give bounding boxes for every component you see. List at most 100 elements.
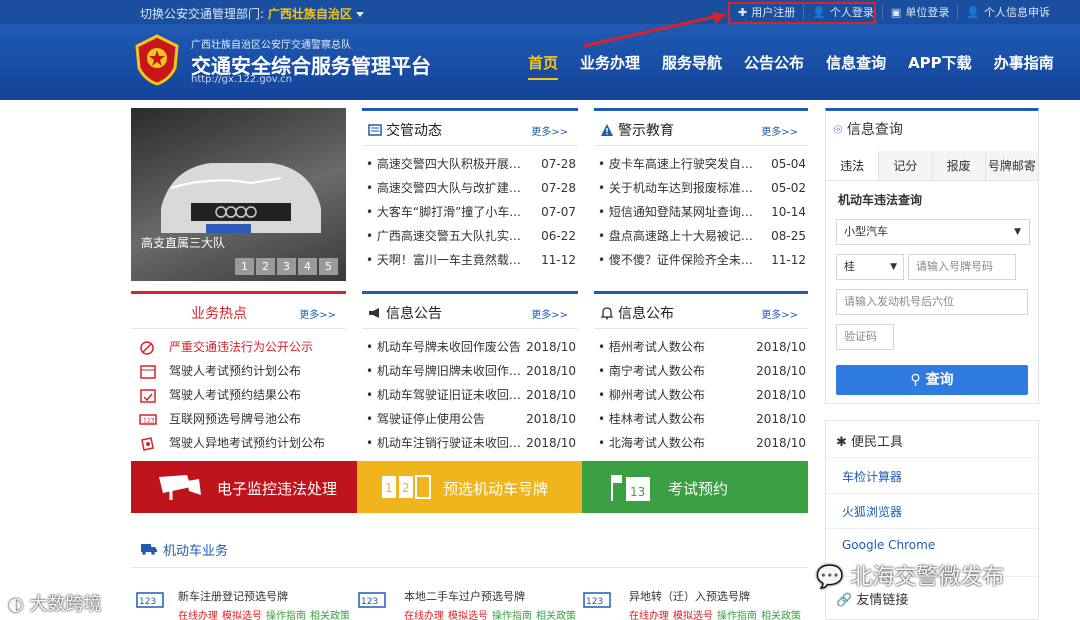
online-handle-link[interactable]: 在线办理 — [404, 611, 444, 620]
search-icon: ⚲ — [910, 372, 921, 388]
captcha-input[interactable]: 验证码 — [836, 324, 894, 350]
publish-item[interactable]: • 桂林考试人数公布 2018/10 — [594, 407, 808, 431]
notice-item[interactable]: • 机动车号牌未收回作废公告 2018/10 — [362, 335, 578, 359]
news-item[interactable]: • 大客车“脚打滑”撞了小车... 07-07 — [362, 200, 578, 224]
query-button[interactable]: ⚲ 查询 — [836, 365, 1028, 395]
bell-icon — [600, 307, 614, 320]
hot-item[interactable]: 驾驶人异地考试预约计划公布 — [131, 431, 346, 455]
warning-item[interactable]: • 关于机动车达到报废标准携... 05-02 — [594, 176, 808, 200]
news-item[interactable]: • 天啊！富川一车主竟然载着... 11-12 — [362, 248, 578, 272]
nav-home[interactable]: 首页 — [528, 52, 559, 80]
hot-item[interactable]: 123 互联网预选号牌号池公布 — [131, 407, 346, 431]
plate-number-icon: 12 — [382, 475, 431, 499]
motor-item[interactable]: 123 异地转（迁）入预选号牌 在线办理 模拟选号 操作指南 相关政策 — [583, 588, 805, 620]
banner-electronic-monitoring[interactable]: 电子监控违法处理 — [131, 461, 357, 513]
info-appeal-link[interactable]: 👤 个人信息申诉 — [957, 4, 1058, 20]
online-handle-link[interactable]: 在线办理 — [629, 611, 669, 620]
news-panel: 交管动态 更多>> • 高速交警四大队积极开展交... 07-28 • 高速交警四… — [362, 108, 578, 280]
notice-item[interactable]: • 机动车号牌旧牌未收回作废... 2018/10 — [362, 359, 578, 383]
warning-item[interactable]: • 短信通知登陆某网址查询违... 10-14 — [594, 200, 808, 224]
tab-scrap[interactable]: 报废 — [931, 151, 985, 180]
tool-link-chrome[interactable]: Google Chrome — [842, 538, 935, 552]
hot-item[interactable]: 驾驶人考试预约计划公布 — [131, 359, 346, 383]
banner-electronic-monitoring-label: 电子监控违法处理 — [217, 480, 338, 498]
news-item[interactable]: • 高速交警四大队积极开展交... 07-28 — [362, 152, 578, 176]
nav-app-download[interactable]: APP下载 — [908, 52, 972, 80]
news-item[interactable]: • 广西高速交警五大队扎实开... 06-22 — [362, 224, 578, 248]
chevron-down-icon[interactable] — [355, 12, 364, 17]
slide-page-5[interactable]: 5 — [319, 258, 338, 275]
tab-plate-mail[interactable]: 号牌邮寄 — [984, 151, 1038, 180]
publish-item[interactable]: • 梧州考试人数公布 2018/10 — [594, 335, 808, 359]
divider — [826, 528, 1038, 529]
banner-exam-booking[interactable]: 13 考试预约 — [582, 461, 808, 513]
banner-plate-preselect-label: 预选机动车号牌 — [443, 480, 549, 498]
motor-item[interactable]: 123 新车注册登记预选号牌 在线办理 模拟选号 操作指南 相关政策 — [136, 588, 354, 620]
vehicle-type-select[interactable]: 小型汽车 ▼ — [836, 219, 1030, 245]
hot-title: 业务热点 — [191, 306, 247, 322]
plate-number-input[interactable]: 请输入号牌号码 — [908, 254, 1016, 280]
car-photo — [161, 163, 321, 233]
news-more-link[interactable]: 更多>> — [531, 123, 568, 138]
slide-page-2[interactable]: 2 — [256, 258, 275, 275]
online-handle-link[interactable]: 在线办理 — [178, 611, 218, 620]
warning-item[interactable]: • 傻不傻？证件保险齐全未遵... 11-12 — [594, 248, 808, 272]
news-item[interactable]: • 高速交警四大队与改扩建单... 07-28 — [362, 176, 578, 200]
engine-number-input[interactable]: 请输入发动机号后六位 — [836, 289, 1028, 315]
info-query-panel: ⌾ 信息查询 违法 记分 报废 号牌邮寄 机动车违法查询 小型汽车 ▼ 桂 ▼ 请输… — [825, 108, 1039, 404]
org-name: 广西壮族自治区公安厅交通警察总队 — [191, 40, 351, 51]
slide-page-3[interactable]: 3 — [277, 258, 296, 275]
publish-item[interactable]: • 柳州考试人数公布 2018/10 — [594, 383, 808, 407]
guide-link[interactable]: 操作指南 — [717, 611, 757, 620]
company-login-link[interactable]: ▣ 单位登录 — [881, 4, 957, 20]
warning-item[interactable]: • 盘点高速路上十大易被记分... 08-25 — [594, 224, 808, 248]
tool-link-car-inspection[interactable]: 车检计算器 — [842, 468, 902, 485]
tab-points[interactable]: 记分 — [878, 151, 932, 180]
hot-item[interactable]: 严重交通违法行为公开公示 — [131, 335, 346, 359]
simulate-select-link[interactable]: 模拟选号 — [222, 611, 262, 620]
publish-item[interactable]: • 南宁考试人数公布 2018/10 — [594, 359, 808, 383]
binoculars-icon: ⌾ — [834, 122, 843, 138]
banner-plate-preselect[interactable]: 12 预选机动车号牌 — [357, 461, 582, 513]
tab-violation[interactable]: 违法 — [826, 151, 879, 180]
nav-business[interactable]: 业务办理 — [580, 52, 640, 80]
motor-item[interactable]: 123 本地二手车过户预选号牌 在线办理 模拟选号 操作指南 相关政策 — [358, 588, 580, 620]
simulate-select-link[interactable]: 模拟选号 — [448, 611, 488, 620]
asterisk-icon: ✱ — [836, 435, 847, 450]
nav-query[interactable]: 信息查询 — [826, 52, 886, 80]
publish-item[interactable]: • 北海考试人数公布 2018/10 — [594, 431, 808, 455]
notice-item[interactable]: • 机动车注销行驶证未收回作... 2018/10 — [362, 431, 578, 455]
nav-guide[interactable]: 办事指南 — [994, 52, 1054, 80]
guide-link[interactable]: 操作指南 — [266, 611, 306, 620]
slide-page-1[interactable]: 1 — [235, 258, 254, 275]
guide-link[interactable]: 操作指南 — [492, 611, 532, 620]
info-publish-more-link[interactable]: 更多>> — [761, 306, 798, 321]
friend-links-header[interactable]: 🔗 友情链接 — [836, 589, 908, 608]
hot-more-link[interactable]: 更多>> — [299, 306, 336, 321]
plate-icon: 123 — [139, 414, 157, 425]
warning-more-link[interactable]: 更多>> — [761, 123, 798, 138]
policy-link[interactable]: 相关政策 — [536, 611, 576, 620]
news-slideshow[interactable]: 高支直属三大队 1 2 3 4 5 — [131, 108, 346, 281]
nav-service[interactable]: 服务导航 — [662, 52, 722, 80]
department-value[interactable]: 广西壮族自治区 — [268, 7, 352, 21]
nav-announcement[interactable]: 公告公布 — [744, 52, 804, 80]
banner-exam-booking-label: 考试预约 — [668, 480, 729, 498]
info-notice-more-link[interactable]: 更多>> — [531, 306, 568, 321]
info-publish-panel: 信息公布 更多>> • 梧州考试人数公布 2018/10 • 南宁考试人数公布 20… — [594, 291, 808, 451]
plate-prefix-select[interactable]: 桂 ▼ — [836, 254, 904, 280]
divider — [826, 457, 1038, 458]
main-nav: 首页 业务办理 服务导航 公告公布 信息查询 APP下载 办事指南 — [528, 52, 1054, 80]
notice-item[interactable]: • 机动车驾驶证旧证未收回作... 2018/10 — [362, 383, 578, 407]
department-switcher[interactable]: 切换公安交通管理部门: 广西壮族自治区 — [140, 5, 364, 22]
simulate-select-link[interactable]: 模拟选号 — [673, 611, 713, 620]
policy-link[interactable]: 相关政策 — [310, 611, 350, 620]
warning-item[interactable]: • 皮卡车高速上行驶突发自燃 ... 05-04 — [594, 152, 808, 176]
notice-item[interactable]: • 驾驶证停止使用公告 2018/10 — [362, 407, 578, 431]
svg-text:1: 1 — [385, 481, 393, 495]
slide-page-4[interactable]: 4 — [298, 258, 317, 275]
hot-item[interactable]: 驾驶人考试预约结果公布 — [131, 383, 346, 407]
tool-link-firefox[interactable]: 火狐浏览器 — [842, 503, 902, 520]
info-query-header: ⌾ 信息查询 — [834, 122, 903, 138]
policy-link[interactable]: 相关政策 — [761, 611, 801, 620]
